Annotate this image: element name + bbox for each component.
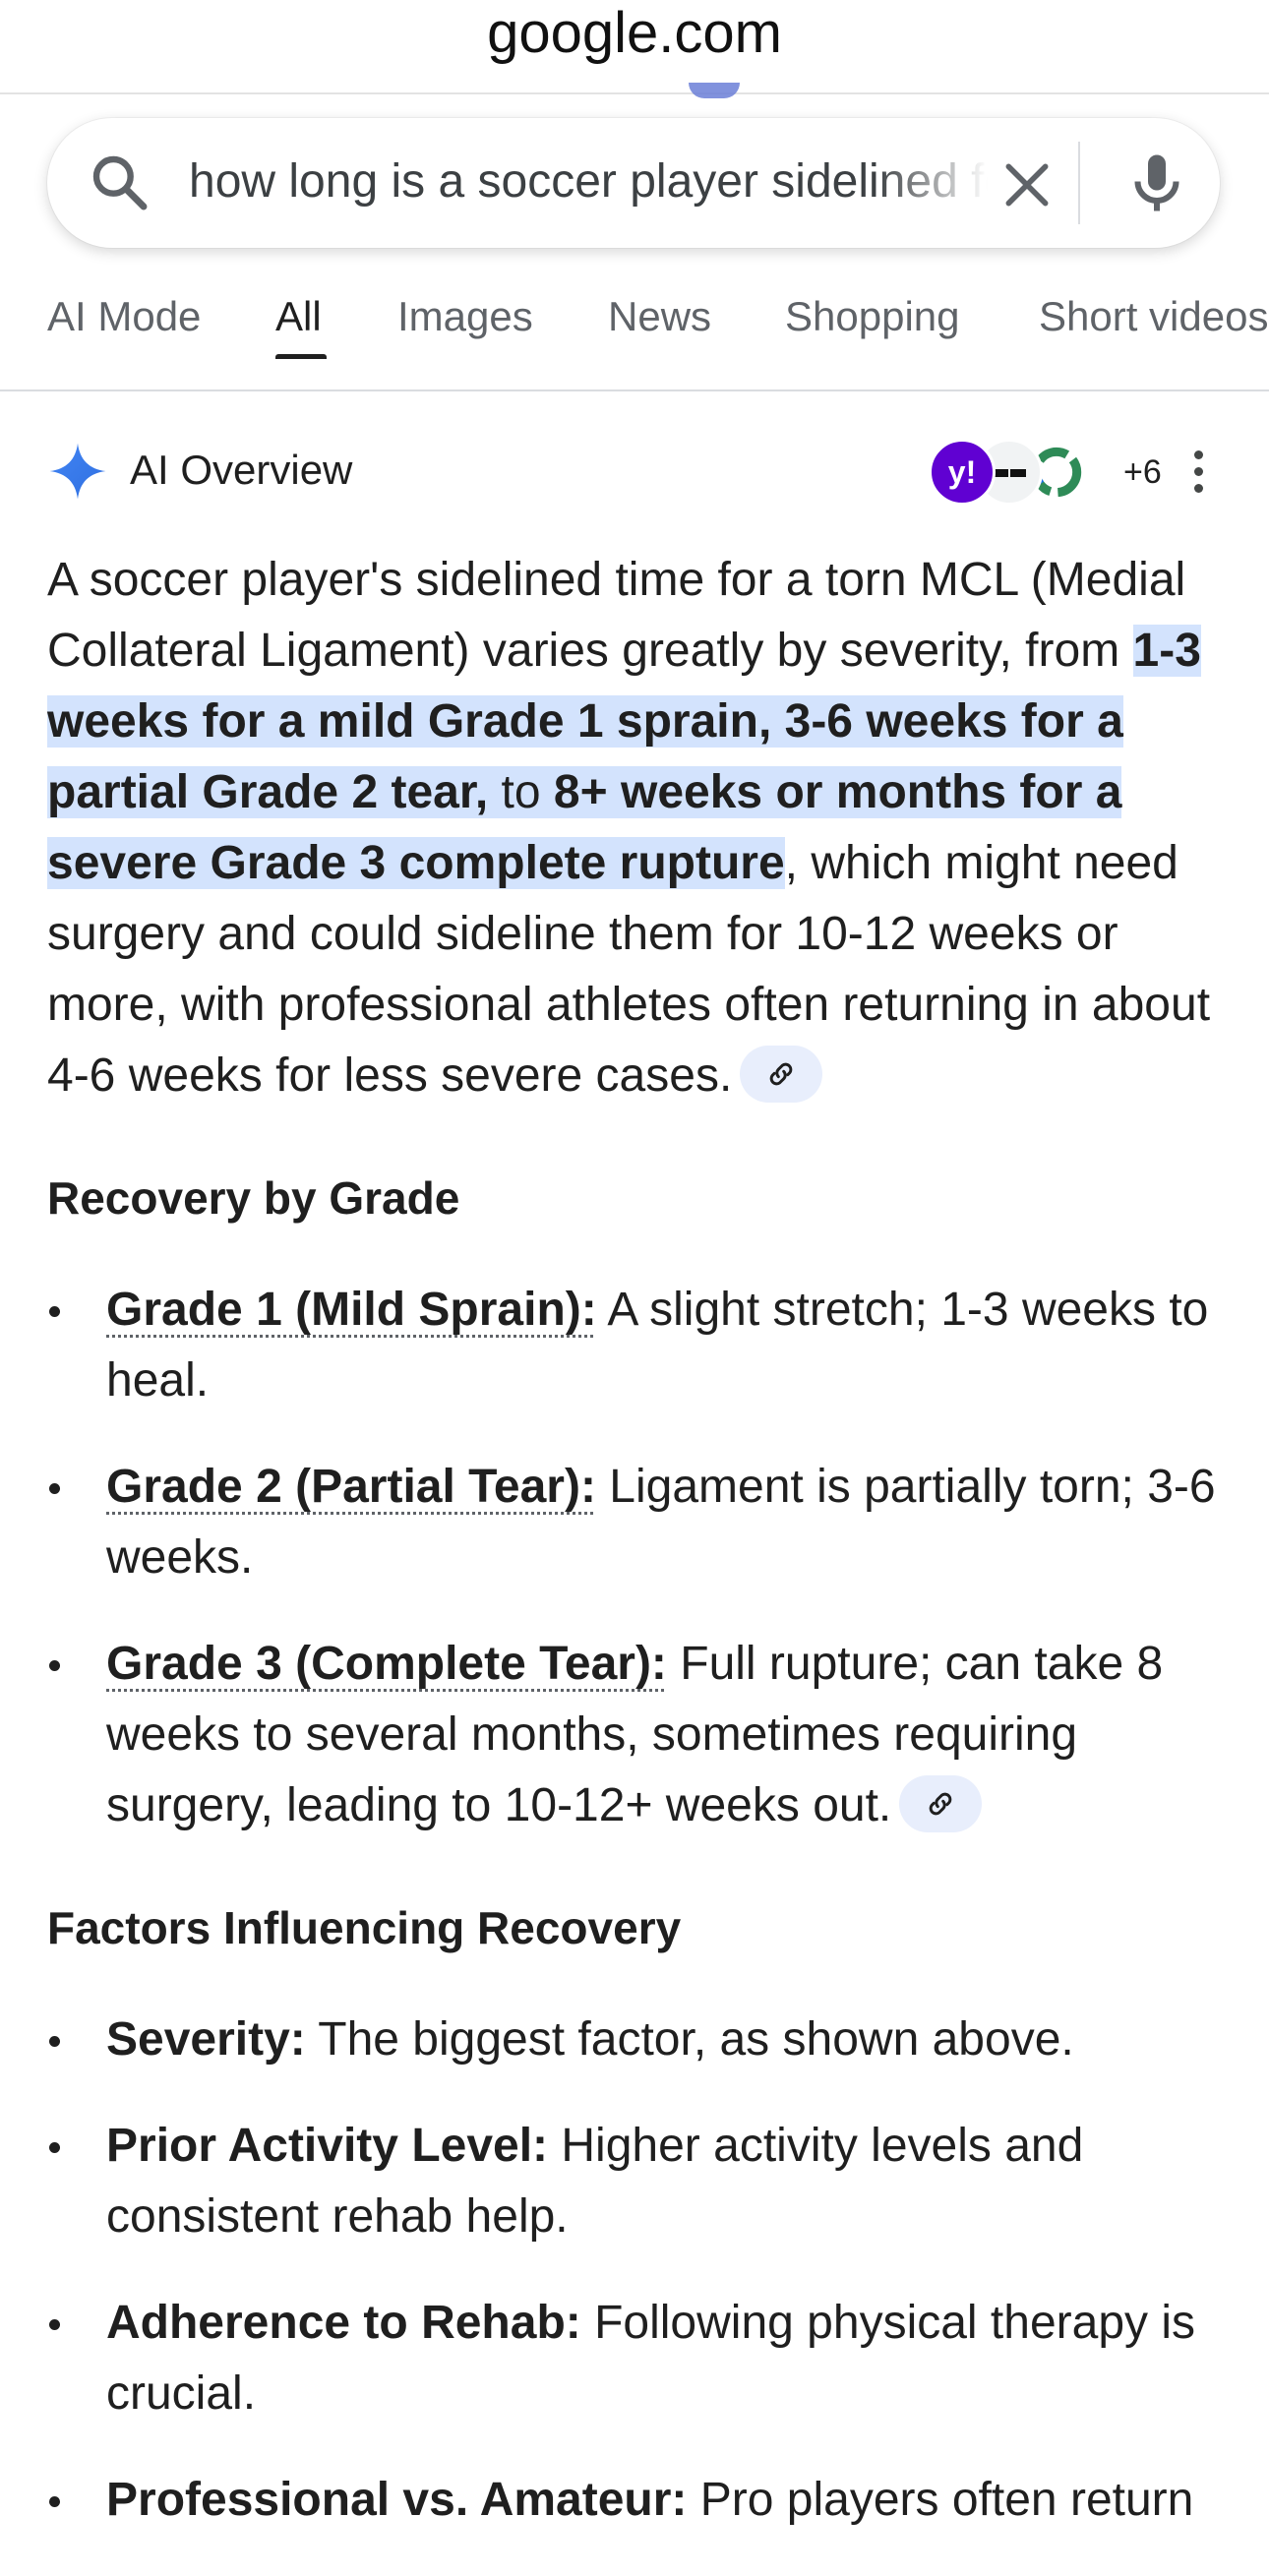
item-text: Pro players often return xyxy=(687,2474,1194,2526)
source-link-chip[interactable] xyxy=(899,1775,983,1833)
item-text: The biggest factor, as shown above. xyxy=(305,2013,1074,2066)
clear-icon[interactable] xyxy=(999,157,1055,212)
active-tab-indicator xyxy=(275,354,327,359)
search-icon[interactable] xyxy=(89,151,151,214)
more-sources-count[interactable]: +6 xyxy=(1123,452,1162,492)
list-item: Grade 1 (Mild Sprain): A slight stretch;… xyxy=(47,1275,1228,1416)
summary-highlight-mid: to xyxy=(488,766,554,818)
sparkle-icon xyxy=(49,443,106,500)
factor-term: Prior Activity Level: xyxy=(106,2120,549,2172)
url-bar[interactable]: google.com xyxy=(0,0,1269,94)
link-icon xyxy=(929,1793,952,1816)
recovery-list: Grade 1 (Mild Sprain): A slight stretch;… xyxy=(47,1275,1228,1841)
microphone-icon[interactable] xyxy=(1121,148,1192,218)
search-tabs: AI Mode All Images News Shopping Short v… xyxy=(0,264,1269,391)
more-options-icon[interactable] xyxy=(1188,450,1208,494)
tab-all[interactable]: All xyxy=(275,289,322,344)
summary-paragraph: A soccer player's sidelined time for a t… xyxy=(47,545,1228,1111)
list-item: Prior Activity Level: Higher activity le… xyxy=(47,2111,1228,2252)
term-grade-3[interactable]: Grade 3 (Complete Tear): xyxy=(106,1638,667,1690)
search-input[interactable]: how long is a soccer player sidelined fo… xyxy=(189,148,988,216)
term-grade-2[interactable]: Grade 2 (Partial Tear): xyxy=(106,1461,596,1513)
factors-list: Severity: The biggest factor, as shown a… xyxy=(47,2005,1228,2536)
ai-overview-title: AI Overview xyxy=(130,447,353,493)
ai-overview-header: AI Overview y! +6 xyxy=(47,433,1222,508)
yahoo-logo-icon[interactable]: y! xyxy=(929,439,996,506)
source-avatars[interactable]: y! +6 xyxy=(929,439,1175,506)
list-item: Grade 3 (Complete Tear): Full rupture; c… xyxy=(47,1629,1228,1841)
section-heading-recovery: Recovery by Grade xyxy=(47,1172,460,1224)
section-heading-factors: Factors Influencing Recovery xyxy=(47,1902,682,1953)
pull-indicator xyxy=(689,83,740,98)
tab-shopping[interactable]: Shopping xyxy=(785,289,960,344)
summary-lead: A soccer player's sidelined time for a t… xyxy=(47,554,1186,677)
factor-term: Adherence to Rehab: xyxy=(106,2297,581,2349)
link-icon xyxy=(769,1063,793,1086)
search-divider xyxy=(1078,142,1080,224)
url-domain: google.com xyxy=(487,1,782,65)
tab-news[interactable]: News xyxy=(608,289,711,344)
source-link-chip[interactable] xyxy=(740,1046,823,1104)
search-box[interactable]: how long is a soccer player sidelined fo… xyxy=(47,118,1220,248)
tab-ai-mode[interactable]: AI Mode xyxy=(47,289,201,344)
list-item: Professional vs. Amateur: Pro players of… xyxy=(47,2465,1228,2536)
list-item: Adherence to Rehab: Following physical t… xyxy=(47,2288,1228,2429)
factor-term: Professional vs. Amateur: xyxy=(106,2474,688,2526)
list-item: Grade 2 (Partial Tear): Ligament is part… xyxy=(47,1452,1228,1593)
tab-short-videos[interactable]: Short videos xyxy=(1039,289,1268,344)
tab-images[interactable]: Images xyxy=(397,289,533,344)
ai-overview-body: A soccer player's sidelined time for a t… xyxy=(47,545,1228,2536)
term-grade-1[interactable]: Grade 1 (Mild Sprain): xyxy=(106,1284,597,1336)
list-item: Severity: The biggest factor, as shown a… xyxy=(47,2005,1228,2075)
factor-term: Severity: xyxy=(106,2013,306,2066)
